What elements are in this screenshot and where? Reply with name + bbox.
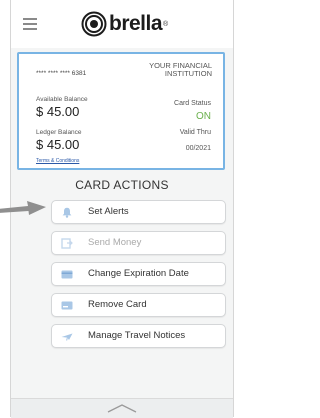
brella-logo-text: brella [109, 12, 163, 35]
bell-icon [62, 207, 72, 218]
terms-and-conditions-link[interactable]: Terms & Conditions [36, 158, 79, 164]
pointer-arrow-icon [0, 201, 46, 215]
send-money-icon [61, 238, 73, 249]
available-balance-amount: $ 45.00 [36, 104, 80, 119]
card-status-label: Card Status [174, 100, 211, 107]
set-alerts-label: Set Alerts [88, 206, 129, 217]
remove-card-button[interactable]: Remove Card [51, 293, 226, 317]
ledger-balance-label: Ledger Balance [36, 129, 82, 136]
manage-travel-notices-button[interactable]: Manage Travel Notices [51, 324, 226, 348]
change-expiration-date-button[interactable]: Change Expiration Date [51, 262, 226, 286]
app-header: brella ® [11, 0, 233, 48]
trademark-symbol: ® [163, 20, 169, 28]
institution-name: YOUR FINANCIAL INSTITUTION [149, 61, 212, 78]
bottom-drawer-bar[interactable] [11, 398, 233, 418]
valid-thru-value: 00/2021 [185, 145, 211, 152]
remove-card-icon [61, 301, 73, 310]
available-balance-label: Available Balance [36, 96, 88, 103]
set-alerts-button[interactable]: Set Alerts [51, 200, 226, 224]
plane-icon [61, 333, 73, 341]
card-status-value: ON [196, 111, 211, 122]
manage-travel-notices-label: Manage Travel Notices [88, 330, 186, 341]
remove-card-label: Remove Card [88, 299, 147, 310]
chevron-up-icon[interactable] [106, 403, 138, 413]
change-expiration-date-label: Change Expiration Date [88, 268, 189, 279]
card-actions-title: CARD ACTIONS [75, 178, 169, 192]
hamburger-menu-icon[interactable] [23, 18, 37, 30]
send-money-button[interactable]: Send Money [51, 231, 226, 255]
valid-thru-label: Valid Thru [179, 129, 211, 136]
card-number: **** **** **** 6381 [36, 70, 87, 77]
ledger-balance-amount: $ 45.00 [36, 137, 80, 152]
card-summary: **** **** **** 6381 YOUR FINANCIAL INSTI… [17, 52, 225, 170]
brella-logo-icon [81, 11, 107, 37]
send-money-label: Send Money [88, 237, 142, 248]
brella-logo: brella ® [81, 10, 168, 38]
card-icon [61, 270, 73, 279]
